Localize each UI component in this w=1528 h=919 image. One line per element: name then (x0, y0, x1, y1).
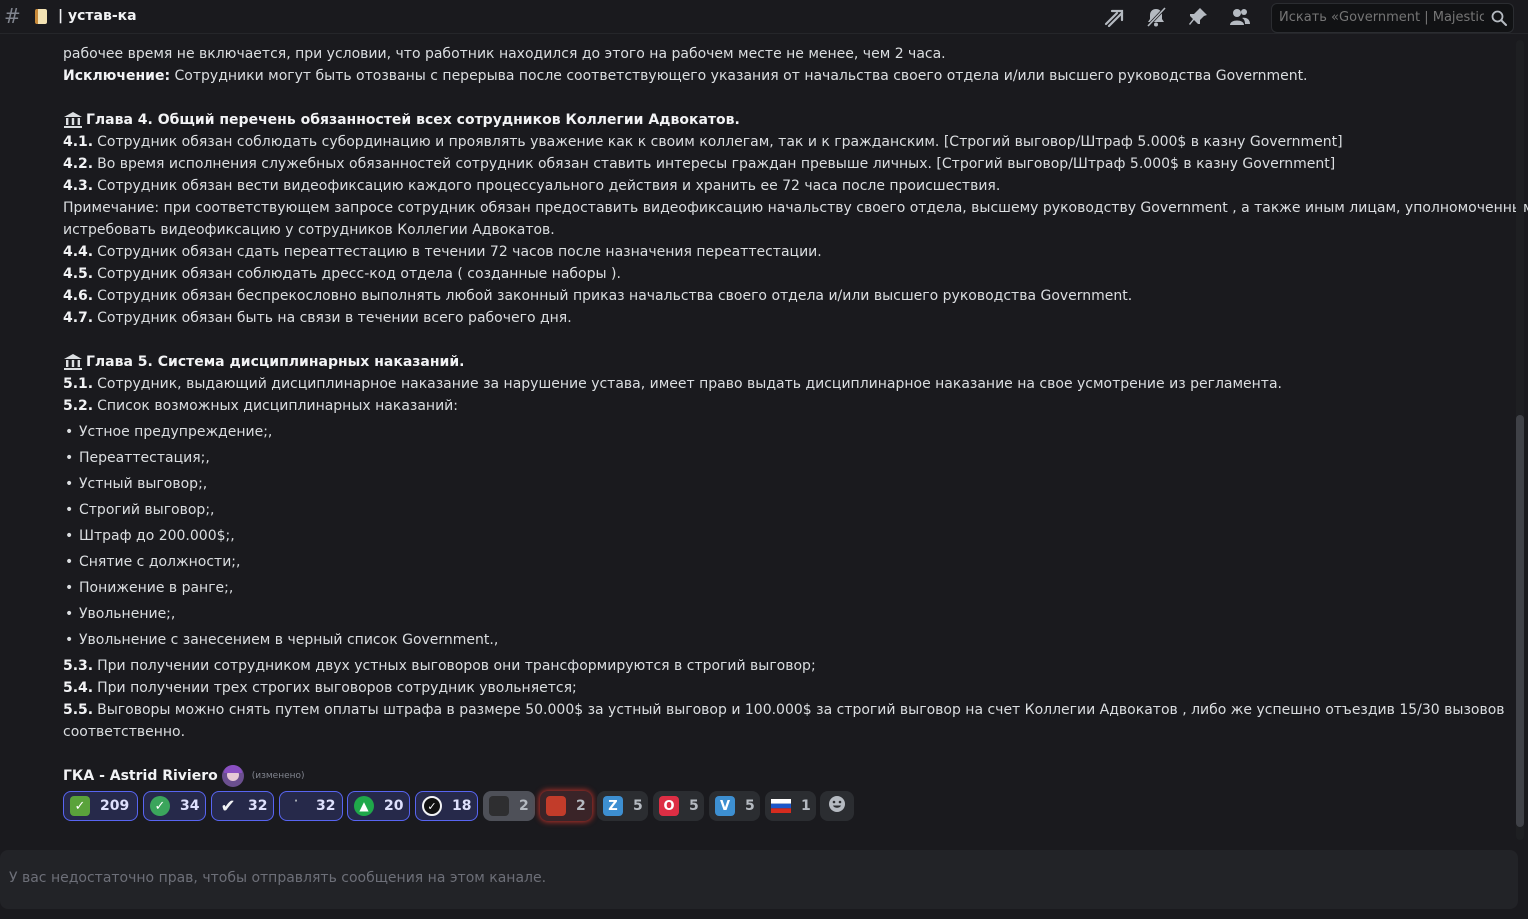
letter-v-emoji-icon: V (715, 796, 735, 816)
check-box-emoji-icon: ✓ (70, 796, 90, 816)
text-line: соответственно. (63, 724, 186, 740)
rule-4-4: 4.4. Сотрудник обязан сдать переаттестаци… (63, 244, 822, 260)
dota-emoji-icon (546, 796, 566, 816)
reaction-verified[interactable]: ✓ 18 (415, 791, 478, 821)
note-line: Примечание: при соответствующем запросе … (63, 200, 1528, 216)
message-composer: У вас недостаточно прав, чтобы отправлят… (0, 850, 1518, 909)
rule-4-1: 4.1. Сотрудник обязан соблюдать субордина… (63, 134, 1343, 150)
edited-label: (изменено) (251, 771, 305, 781)
reaction-letter-z[interactable]: Z 5 (597, 791, 648, 821)
note-line: истребовать видеофиксацию у сотрудников … (63, 222, 555, 238)
letter-z-emoji-icon: Z (603, 796, 623, 816)
list-item: Устный выговор;, (63, 473, 207, 495)
list-item: Строгий выговор;, (63, 499, 214, 521)
check-circle-emoji-icon: ✓ (150, 796, 170, 816)
threads-icon[interactable] (1103, 7, 1125, 28)
rule-5-4: 5.4. При получении трех строгих выговоров… (63, 680, 577, 696)
list-item: Увольнение с занесением в черный список … (63, 629, 498, 651)
rule-4-7: 4.7. Сотрудник обязан быть на связи в теч… (63, 310, 572, 326)
search-box[interactable] (1271, 3, 1514, 33)
reaction-check-circle[interactable]: ✓ 34 (143, 791, 206, 821)
russia-flag-emoji-icon (771, 796, 791, 816)
rule-5-3: 5.3. При получении сотрудником двух устны… (63, 658, 816, 674)
message-author: ГКА - Astrid Riviero (изменено) (63, 765, 305, 787)
reaction-arrow-up[interactable]: ▲ 20 (347, 791, 410, 821)
rule-5-2: 5.2. Список возможных дисциплинарных нака… (63, 398, 458, 414)
search-input[interactable] (1279, 10, 1484, 25)
list-item: Понижение в ранге;, (63, 577, 233, 599)
scroll-emoji-icon (35, 9, 47, 24)
list-item: Штраф до 200.000$;, (63, 525, 235, 547)
classical-building-icon (63, 111, 83, 129)
rule-5-1: 5.1. Сотрудник, выдающий дисциплинарное н… (63, 376, 1282, 392)
rule-4-6: 4.6. Сотрудник обязан беспрекословно выпо… (63, 288, 1133, 304)
scrollbar-thumb[interactable] (1516, 415, 1524, 827)
chapter-heading: Глава 4. Общий перечень обязанностей все… (63, 109, 740, 131)
add-reaction-button[interactable] (820, 791, 854, 821)
pin-icon[interactable] (1187, 7, 1209, 27)
check-mark-emoji-icon: ✔ (220, 795, 236, 817)
list-item: Устное предупреждение;, (63, 421, 272, 443)
list-item: Снятие с должности;, (63, 551, 240, 573)
arrow-up-circle-emoji-icon: ▲ (354, 796, 374, 816)
rule-4-2: 4.2. Во время исполнения служебных обязан… (63, 156, 1336, 172)
member-list-icon[interactable] (1229, 7, 1251, 27)
smiley-icon (828, 795, 846, 817)
reaction-letter-v[interactable]: V 5 (709, 791, 760, 821)
reaction-dot[interactable]: · 32 (279, 791, 343, 821)
notifications-muted-icon[interactable] (1145, 6, 1167, 28)
text-line: Исключение: Сотрудники могут быть отозва… (63, 68, 1308, 84)
reaction-check-box[interactable]: ✓ 209 (63, 791, 138, 821)
photo-emoji-icon (489, 796, 509, 816)
list-item: Увольнение;, (63, 603, 175, 625)
author-name[interactable]: ГКА - Astrid Riviero (63, 768, 218, 784)
search-icon[interactable] (1491, 10, 1507, 26)
reaction-letter-o[interactable]: O 5 (653, 791, 704, 821)
channel-header: # | устав-ка (0, 0, 1528, 34)
rule-4-5: 4.5. Сотрудник обязан соблюдать дресс-код… (63, 266, 621, 282)
no-permission-notice: У вас недостаточно прав, чтобы отправлят… (9, 870, 547, 886)
reaction-photo[interactable]: 2 (483, 791, 535, 821)
rule-4-3: 4.3. Сотрудник обязан вести видеофиксацию… (63, 178, 1001, 194)
reaction-dota[interactable]: 2 (540, 791, 592, 821)
text-line: рабочее время не включается, при условии… (63, 46, 946, 62)
reaction-check-mark[interactable]: ✔ 32 (211, 791, 274, 821)
channel-hash-icon: # (4, 4, 21, 28)
letter-o-emoji-icon: O (659, 796, 679, 816)
dot-emoji-icon: · (294, 796, 298, 807)
reaction-russia-flag[interactable]: 1 (765, 791, 816, 821)
rule-5-5: 5.5. Выговоры можно снять путем оплаты шт… (63, 702, 1505, 718)
chapter-heading: Глава 5. Система дисциплинарных наказани… (63, 351, 464, 373)
channel-name: | устав-ка (58, 8, 137, 24)
list-item: Переаттестация;, (63, 447, 210, 469)
classical-building-icon (63, 353, 83, 371)
verified-badge-emoji-icon: ✓ (422, 796, 442, 816)
author-avatar[interactable] (221, 765, 244, 787)
